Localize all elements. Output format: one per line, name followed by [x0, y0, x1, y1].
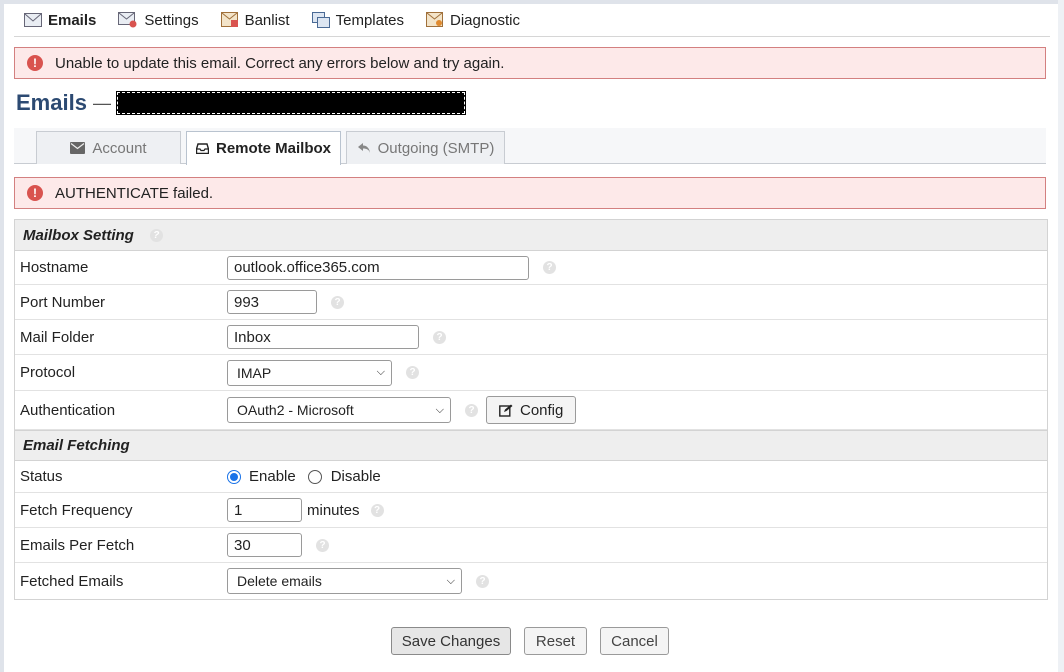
envelope-icon [70, 142, 86, 154]
error-banner-auth: ! AUTHENTICATE failed. [14, 177, 1046, 209]
row-mail-folder: Mail Folder ? [15, 320, 1047, 355]
fetch-frequency-unit: minutes [307, 501, 360, 519]
error-message-auth: AUTHENTICATE failed. [55, 184, 214, 202]
nav-item-templates[interactable]: Templates [311, 11, 404, 29]
nav-item-emails[interactable]: Emails [24, 12, 96, 29]
nav-item-banlist[interactable]: Banlist [220, 11, 290, 29]
redacted-email-address [115, 91, 466, 115]
emails-per-fetch-input[interactable] [227, 533, 302, 557]
tab-outgoing-smtp[interactable]: Outgoing (SMTP) [346, 131, 505, 164]
help-icon[interactable]: ? [543, 261, 556, 274]
envelope-icon [24, 13, 42, 27]
section-mailbox-setting: Mailbox Setting ? [15, 220, 1047, 251]
help-icon[interactable]: ? [433, 330, 446, 344]
chevron-down-icon: ⌵ [446, 574, 455, 587]
status-enable-label: Enable [249, 468, 296, 485]
row-authentication: Authentication OAuth2 - Microsoft ⌵ ? Co… [15, 391, 1047, 430]
help-icon[interactable]: ? [331, 295, 344, 309]
help-icon[interactable]: ? [149, 228, 163, 242]
status-disable-radio[interactable] [307, 469, 322, 484]
row-port: Port Number ? [15, 285, 1047, 320]
alert-icon: ! [27, 185, 43, 201]
help-icon[interactable]: ? [476, 574, 489, 588]
nav-label-templates: Templates [335, 11, 404, 29]
alert-icon: ! [27, 55, 43, 71]
tab-account[interactable]: Account [36, 131, 181, 164]
section-email-fetching: Email Fetching [15, 430, 1047, 461]
reset-label: Reset [535, 632, 576, 650]
reset-button[interactable]: Reset [524, 627, 587, 655]
tab-remote-mailbox[interactable]: Remote Mailbox [186, 131, 341, 165]
fetch-frequency-input[interactable] [227, 498, 302, 522]
nav-label-settings: Settings [144, 11, 199, 29]
diagnostic-icon [425, 12, 443, 27]
title-separator: — [92, 92, 111, 113]
label-mail-folder: Mail Folder [20, 328, 95, 346]
fetched-emails-selected-value: Delete emails [237, 573, 322, 589]
section-title-mailbox: Mailbox Setting [23, 226, 134, 244]
port-input[interactable] [227, 290, 317, 314]
help-icon[interactable]: ? [465, 403, 478, 417]
page-title: Emails [16, 90, 87, 115]
nav-label-diagnostic: Diagnostic [449, 11, 521, 29]
cancel-button[interactable]: Cancel [600, 627, 669, 655]
status-enable-radio[interactable] [227, 469, 241, 484]
status-disable-label: Disable [330, 468, 381, 485]
nav-item-diagnostic[interactable]: Diagnostic [425, 11, 521, 29]
settings-table: Mailbox Setting ? Hostname ? Port Number… [14, 219, 1048, 600]
save-changes-label: Save Changes [401, 632, 501, 650]
row-fetched-emails: Fetched Emails Delete emails ⌵ ? [15, 563, 1047, 599]
label-fetched-emails: Fetched Emails [20, 572, 124, 590]
chevron-down-icon: ⌵ [376, 366, 385, 378]
nav-divider [14, 36, 1050, 37]
label-emails-per-fetch: Emails Per Fetch [20, 536, 135, 554]
error-message-top: Unable to update this email. Correct any… [55, 54, 505, 72]
row-status: Status Enable Disable [15, 461, 1047, 493]
top-nav: Emails Settings Banlist Templates Diagno… [24, 8, 520, 32]
row-fetch-frequency: Fetch Frequency minutes ? [15, 493, 1047, 528]
section-title-fetching: Email Fetching [23, 437, 130, 454]
label-status: Status [20, 468, 63, 485]
label-port: Port Number [20, 293, 106, 311]
help-icon[interactable]: ? [406, 366, 419, 379]
nav-item-settings[interactable]: Settings [118, 11, 199, 29]
title-row: Emails — [16, 88, 466, 118]
tab-label-outgoing-smtp: Outgoing (SMTP) [377, 139, 495, 157]
banlist-icon [220, 12, 238, 27]
templates-icon [311, 12, 330, 28]
reply-icon [357, 143, 370, 153]
nav-label-emails: Emails [48, 11, 97, 29]
row-hostname: Hostname ? [15, 251, 1047, 285]
window-top-border [0, 0, 1064, 4]
row-emails-per-fetch: Emails Per Fetch ? [15, 528, 1047, 563]
help-icon[interactable]: ? [316, 538, 329, 552]
label-fetch-frequency: Fetch Frequency [20, 501, 133, 519]
tab-label-remote-mailbox: Remote Mailbox [215, 140, 332, 157]
window-left-border [0, 0, 4, 672]
protocol-selected-value: IMAP [237, 364, 272, 381]
protocol-select[interactable]: IMAP ⌵ [227, 359, 392, 386]
fetched-emails-select[interactable]: Delete emails ⌵ [227, 568, 462, 594]
label-hostname: Hostname [20, 259, 89, 276]
label-authentication: Authentication [20, 401, 116, 419]
config-button-label: Config [520, 401, 564, 419]
authentication-select[interactable]: OAuth2 - Microsoft ⌵ [227, 397, 451, 423]
settings-envelope-icon [118, 12, 137, 28]
mail-folder-input[interactable] [227, 325, 419, 349]
nav-label-banlist: Banlist [244, 11, 290, 29]
cancel-label: Cancel [611, 632, 658, 650]
error-banner-top: ! Unable to update this email. Correct a… [14, 47, 1046, 79]
tab-label-account: Account [92, 139, 147, 157]
save-changes-button[interactable]: Save Changes [391, 627, 511, 655]
window-right-border [1058, 0, 1064, 672]
label-protocol: Protocol [20, 364, 76, 381]
chevron-down-icon: ⌵ [435, 403, 444, 416]
hostname-input[interactable] [227, 255, 529, 280]
inbox-icon [195, 143, 209, 154]
authentication-selected-value: OAuth2 - Microsoft [237, 402, 354, 418]
help-icon[interactable]: ? [370, 503, 384, 517]
config-button[interactable]: Config [486, 396, 577, 424]
edit-icon [499, 404, 513, 417]
row-protocol: Protocol IMAP ⌵ ? [15, 355, 1047, 391]
